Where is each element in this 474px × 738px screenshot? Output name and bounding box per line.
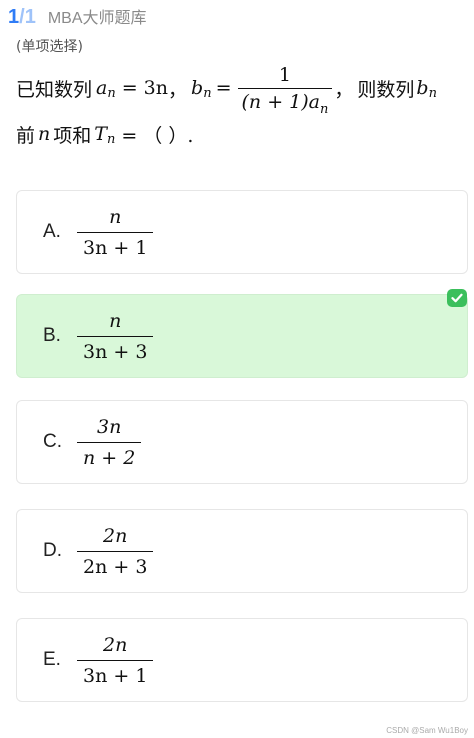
option-denominator: 3n + 1 <box>77 659 154 687</box>
stem-fraction-numerator: 1 <box>278 63 291 86</box>
stem-var-T: T <box>94 123 107 145</box>
stem-text: 前 <box>16 124 36 147</box>
question-header: 1 / 1 MBA大师题库 <box>8 4 147 30</box>
stem-equals: = <box>215 77 232 99</box>
stem-text: 已知数列 <box>16 78 93 101</box>
option-fraction: 2n 3n + 1 <box>77 633 154 687</box>
stem-comma: ， <box>334 78 354 101</box>
question-stem-line-2: 前 n 项和 Tn = （ ）. <box>16 120 466 148</box>
check-icon <box>447 289 467 307</box>
option-letter: E. <box>43 649 61 670</box>
option-fraction: 2n 2n + 3 <box>77 524 154 578</box>
stem-var-n: n <box>38 123 51 145</box>
question-counter-current: 1 <box>8 6 20 28</box>
option-letter: C. <box>43 431 62 452</box>
stem-fraction-denominator-text: (n + 1)a <box>241 90 320 113</box>
option-numerator: 2n <box>103 524 128 547</box>
stem-sub-n: n <box>319 101 329 117</box>
stem-fraction-denominator: (n + 1)an <box>237 87 333 117</box>
option-fraction: 3n n + 2 <box>77 415 142 469</box>
app-title: MBA大师题库 <box>47 10 147 27</box>
stem-var-b: b <box>191 77 204 99</box>
option-numerator: n <box>109 205 122 228</box>
question-stem-line-1: 已知数列 an = 3n ， bn = 1 (n + 1)an ， 则数列 bn <box>16 60 466 117</box>
stem-fraction: 1 (n + 1)an <box>237 63 333 117</box>
question-counter-total: 1 <box>24 6 36 28</box>
question-type-label: (单项选择) <box>16 39 83 55</box>
stem-comma: ， <box>168 78 188 101</box>
option-a[interactable]: A. n 3n + 1 <box>16 190 468 274</box>
stem-var-a: a <box>96 77 108 99</box>
option-denominator: 3n + 1 <box>77 231 154 259</box>
stem-sub-n: n <box>107 85 116 101</box>
option-numerator: n <box>109 309 122 332</box>
option-e[interactable]: E. 2n 3n + 1 <box>16 618 468 702</box>
option-fraction: n 3n + 1 <box>77 205 154 259</box>
option-c[interactable]: C. 3n n + 2 <box>16 400 468 484</box>
option-letter: D. <box>43 540 62 561</box>
stem-eq-3n: = 3n <box>121 77 169 99</box>
option-denominator: 3n + 3 <box>77 335 154 363</box>
stem-var-b: b <box>416 77 429 99</box>
option-b[interactable]: B. n 3n + 3 <box>16 294 468 378</box>
stem-sub-n: n <box>428 85 437 101</box>
watermark-text: CSDN @Sam Wu1Boy <box>386 726 468 735</box>
option-letter: B. <box>43 325 61 346</box>
option-letter: A. <box>43 221 61 242</box>
stem-text: 则数列 <box>357 78 415 101</box>
option-denominator: n + 2 <box>77 441 142 469</box>
stem-sub-n: n <box>203 85 212 101</box>
option-fraction: n 3n + 3 <box>77 309 154 363</box>
stem-sub-n: n <box>106 131 116 147</box>
stem-tail: = （ ）. <box>121 124 194 147</box>
option-denominator: 2n + 3 <box>77 550 154 578</box>
option-numerator: 3n <box>97 415 122 438</box>
option-numerator: 2n <box>103 633 128 656</box>
stem-text: 项和 <box>53 124 92 147</box>
option-d[interactable]: D. 2n 2n + 3 <box>16 509 468 593</box>
